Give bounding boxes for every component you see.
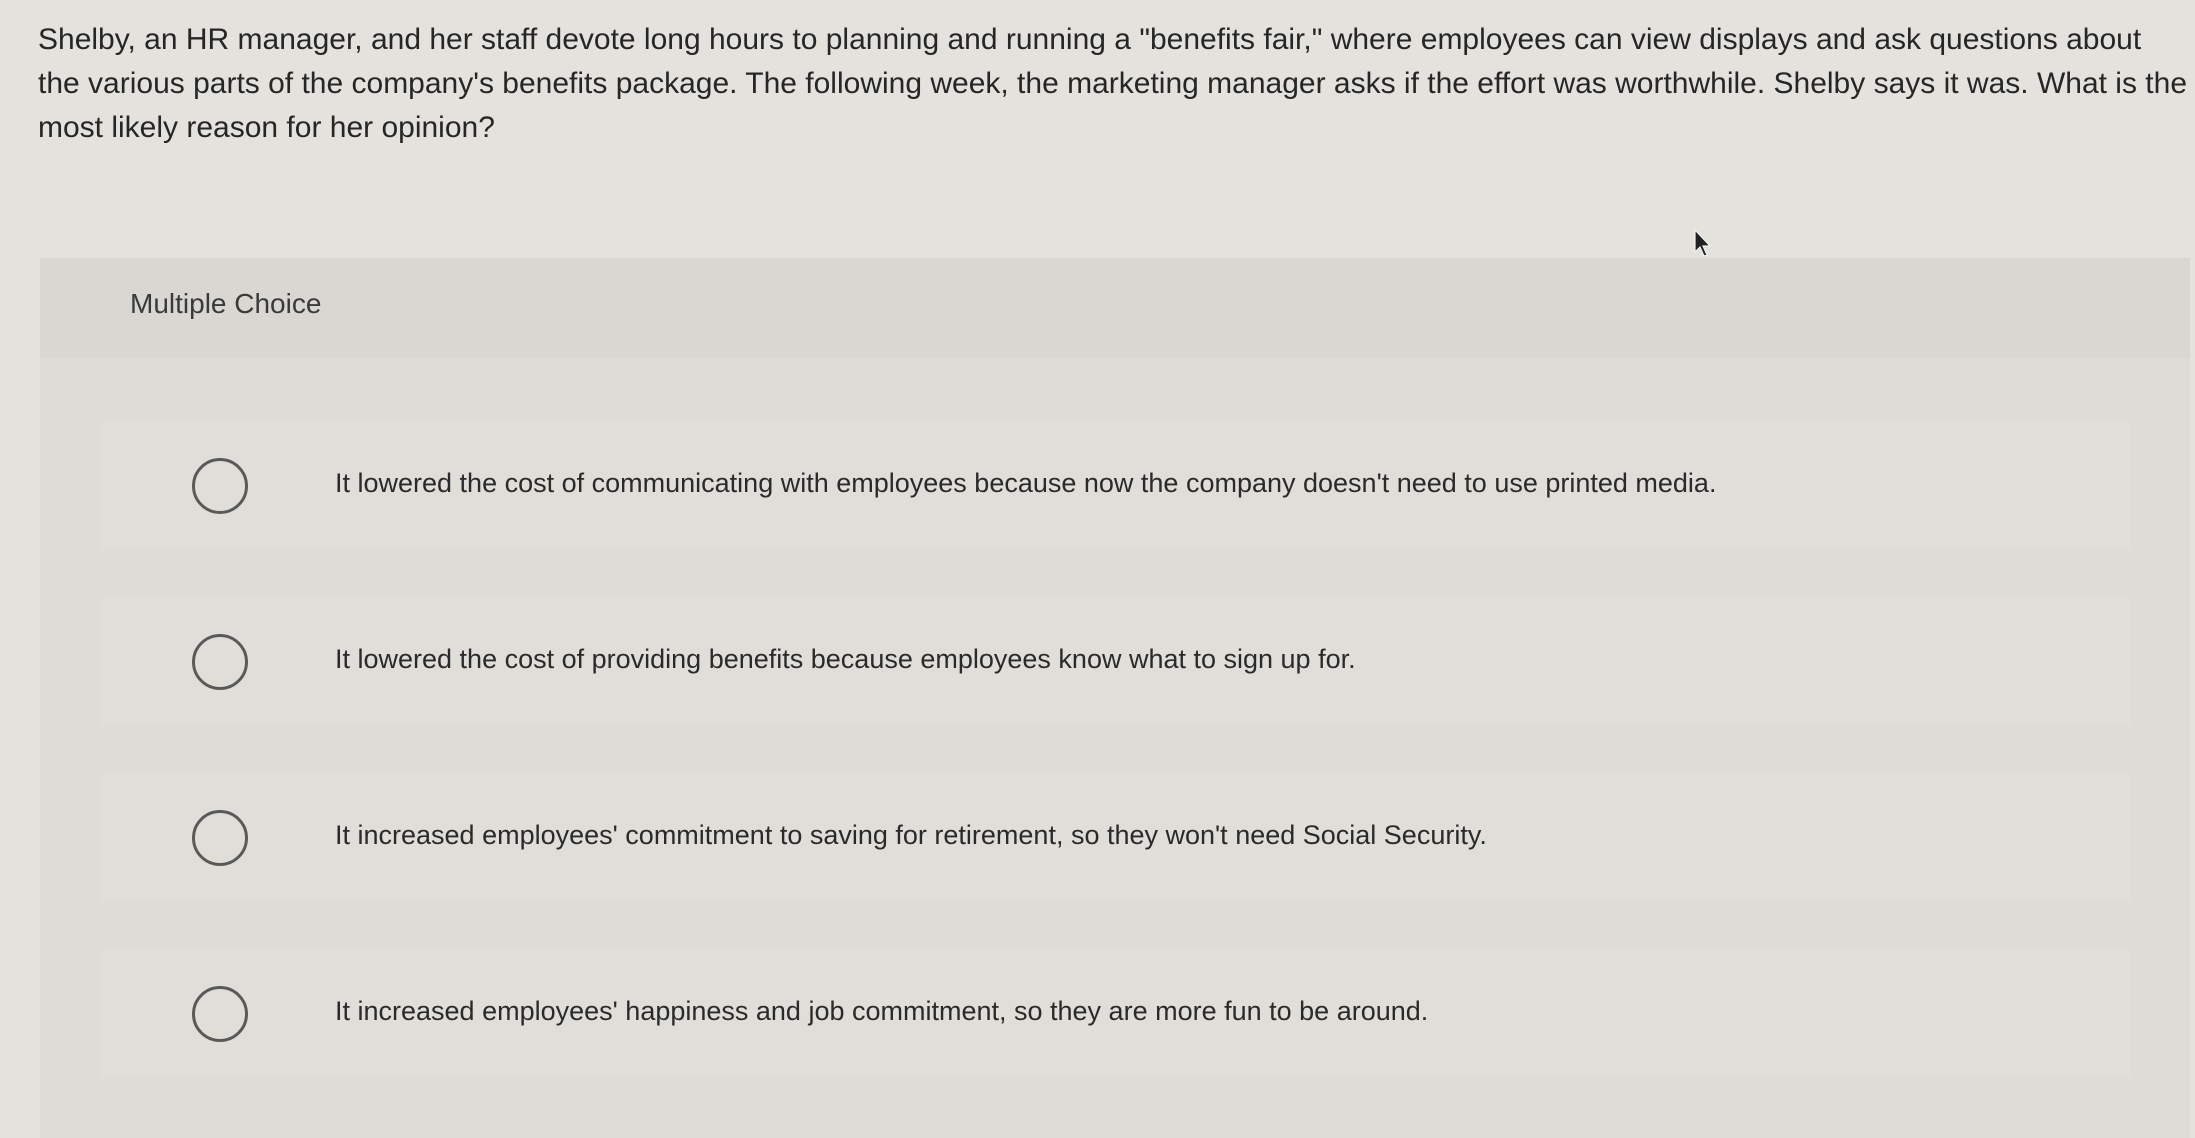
radio-circle-icon[interactable] — [192, 458, 248, 514]
panel-title: Multiple Choice — [130, 288, 322, 319]
radio-circle-icon[interactable] — [192, 634, 248, 690]
radio-circle-icon[interactable] — [192, 810, 248, 866]
mouse-pointer-icon — [1694, 228, 1712, 257]
answer-option-label: It lowered the cost of providing benefit… — [335, 644, 1356, 674]
answer-option-label: It lowered the cost of communicating wit… — [335, 468, 1717, 498]
answer-option-3[interactable]: It increased employees' commitment to sa… — [100, 774, 2130, 902]
panel-header: Multiple Choice — [40, 258, 2190, 358]
question-text: Shelby, an HR manager, and her staff dev… — [38, 23, 2188, 144]
radio-circle-icon[interactable] — [192, 986, 248, 1042]
multiple-choice-panel: Multiple Choice It lowered the cost of c… — [40, 258, 2190, 1138]
answer-option-4[interactable]: It increased employees' happiness and jo… — [100, 950, 2130, 1078]
answer-option-label: It increased employees' commitment to sa… — [335, 820, 1487, 850]
answer-option-1[interactable]: It lowered the cost of communicating wit… — [100, 422, 2130, 550]
answer-option-2[interactable]: It lowered the cost of providing benefit… — [100, 598, 2130, 726]
answer-option-label: It increased employees' happiness and jo… — [335, 996, 1429, 1026]
